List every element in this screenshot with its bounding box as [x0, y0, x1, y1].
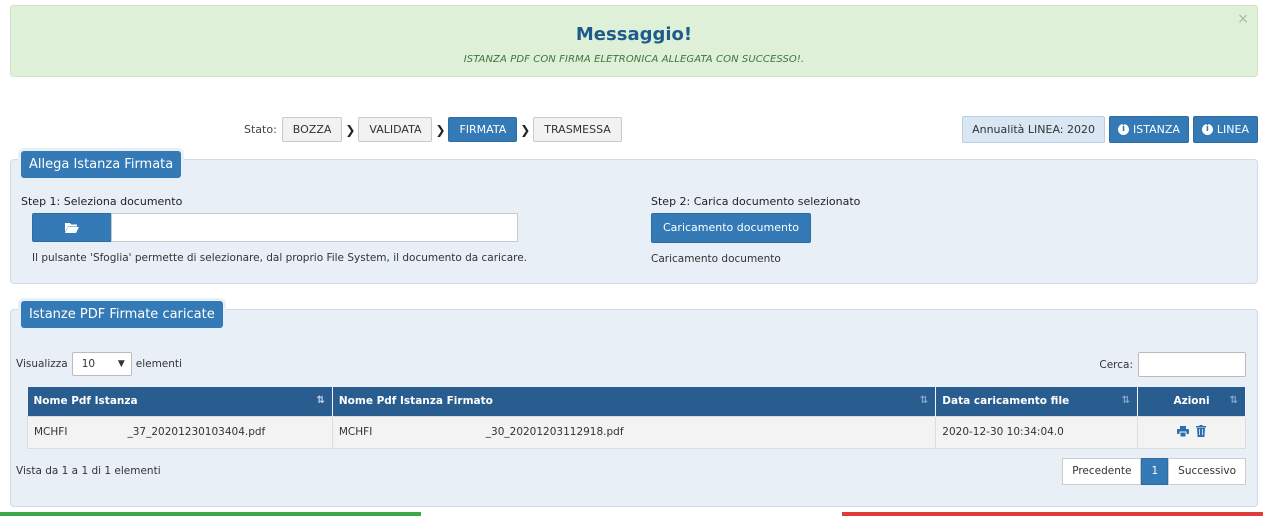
upload-status-text: Caricamento documento [651, 253, 781, 265]
linea-button[interactable]: i LINEA [1192, 116, 1258, 143]
cell-nome: MCHFI _37_20201230103404.pdf [27, 415, 333, 449]
print-icon[interactable] [1176, 425, 1189, 440]
close-icon[interactable]: × [1237, 11, 1249, 27]
istanze-panel: Istanze PDF Firmate caricate Visualizza … [10, 301, 1258, 507]
search-control: Cerca: [1099, 352, 1246, 377]
sort-icon: ⇅ [1121, 395, 1131, 406]
chevron-right-icon: ❯ [435, 122, 446, 137]
chevron-right-icon: ❯ [345, 122, 356, 137]
chevron-down-icon: ▼ [117, 359, 125, 369]
chevron-right-icon: ❯ [520, 122, 531, 137]
success-alert: Messaggio! ISTANZA PDF CON FIRMA ELETRON… [10, 5, 1258, 77]
flag-green [0, 512, 421, 516]
istanze-legend: Istanze PDF Firmate caricate [21, 301, 223, 328]
visualizza-label: Visualizza [16, 358, 68, 370]
page-1-button[interactable]: 1 [1141, 458, 1169, 485]
alert-message: ISTANZA PDF CON FIRMA ELETRONICA ALLEGAT… [463, 54, 805, 65]
step1-label: Step 1: Seleziona documento [21, 195, 183, 208]
upload-button[interactable]: Caricamento documento [651, 213, 812, 243]
istanza-button[interactable]: i ISTANZA [1109, 116, 1189, 143]
column-header-nome[interactable]: Nome Pdf Istanza ⇅ [27, 387, 333, 416]
sort-icon: ⇅ [919, 395, 929, 406]
flag-white [421, 512, 842, 516]
column-header-data[interactable]: Data caricamento file ⇅ [935, 387, 1139, 416]
prev-page-button[interactable]: Precedente [1062, 458, 1142, 485]
sort-icon: ⇅ [316, 395, 325, 406]
cell-azioni [1137, 415, 1246, 449]
status-steps: Stato: BOZZA ❯ VALIDATA ❯ FIRMATA ❯ TRAS… [244, 117, 622, 142]
page-size-select[interactable]: 10 ▼ [71, 352, 132, 376]
browse-hint: Il pulsante 'Sfoglia' permette di selezi… [32, 252, 528, 264]
trash-icon[interactable] [1196, 424, 1207, 440]
file-path-input[interactable] [111, 213, 518, 242]
elementi-label: elementi [135, 358, 182, 370]
column-header-firmato[interactable]: Nome Pdf Istanza Firmato ⇅ [332, 387, 937, 416]
header-buttons: Annualità LINEA: 2020 i ISTANZA i LINEA [962, 116, 1258, 143]
step-bozza: BOZZA [281, 117, 343, 142]
table-info: Vista da 1 a 1 di 1 elementi [16, 465, 161, 477]
step2-label: Step 2: Carica documento selezionato [651, 195, 861, 208]
info-icon: i [1201, 124, 1213, 135]
folder-open-icon [65, 223, 79, 233]
alert-title: Messaggio! [575, 24, 693, 45]
linea-label: LINEA [1216, 123, 1249, 136]
table-row: MCHFI _37_20201230103404.pdf MCHFI _30_2… [27, 415, 1246, 449]
istanza-label: ISTANZA [1133, 123, 1180, 136]
pagination: Precedente 1 Successivo [1062, 458, 1246, 485]
allega-panel: Allega Istanza Firmata Step 1: Seleziona… [10, 151, 1258, 284]
flag-bar [0, 512, 1263, 516]
step-firmata: FIRMATA [448, 117, 518, 142]
page-size-value: 10 [81, 358, 96, 370]
search-input[interactable] [1138, 352, 1246, 377]
browse-button[interactable] [32, 213, 112, 242]
page-size-control: Visualizza 10 ▼ elementi [16, 352, 182, 376]
step-validata: VALIDATA [358, 117, 433, 142]
cell-firmato: MCHFI _30_20201203112918.pdf [331, 415, 937, 449]
info-icon: i [1118, 124, 1130, 135]
flag-red [842, 512, 1263, 516]
next-page-button[interactable]: Successivo [1168, 458, 1246, 485]
step-trasmessa: TRASMESSA [533, 117, 622, 142]
annualita-badge: Annualità LINEA: 2020 [962, 116, 1106, 143]
cell-data: 2020-12-30 10:34:04.0 [935, 415, 1139, 449]
istanze-table: Nome Pdf Istanza ⇅ Nome Pdf Istanza Firm… [27, 387, 1246, 449]
allega-legend: Allega Istanza Firmata [21, 151, 182, 178]
search-label: Cerca: [1099, 358, 1133, 371]
column-header-azioni[interactable]: Azioni ⇅ [1137, 387, 1246, 416]
status-label: Stato: [244, 123, 277, 136]
sort-icon: ⇅ [1229, 395, 1238, 406]
